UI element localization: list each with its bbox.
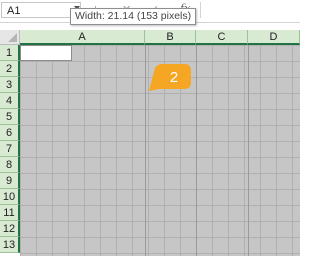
row-header-2[interactable]: 2 [0,61,20,77]
active-cell-a1[interactable] [20,45,72,61]
row-header-13[interactable]: 13 [0,237,20,253]
select-all-button[interactable] [0,30,20,45]
name-box[interactable]: A1 [1,2,81,18]
step-number-label: 2 [170,69,178,86]
row-header-5[interactable]: 5 [0,109,20,125]
select-all-triangle-icon [8,33,17,42]
column-boundary-a [145,45,146,256]
row-header-6[interactable]: 6 [0,125,20,141]
column-header-c[interactable]: C [196,30,248,45]
column-boundary-c [248,45,249,256]
row-header-10[interactable]: 10 [0,189,20,205]
row-header-4[interactable]: 4 [0,93,20,109]
row-header-1[interactable]: 1 [0,45,20,61]
row-header-8[interactable]: 8 [0,157,20,173]
row-header-12[interactable]: 12 [0,221,20,237]
column-header-d[interactable]: D [248,30,300,45]
row-header-11[interactable]: 11 [0,205,20,221]
column-boundary-b [196,45,197,256]
step-callout-badge: 2 [149,64,191,91]
formula-input[interactable] [200,2,299,18]
row-header-3[interactable]: 3 [0,77,20,93]
column-width-tooltip: Width: 21.14 (153 pixels) [70,8,197,25]
column-header-b[interactable]: B [145,30,196,45]
column-header-a[interactable]: A [20,30,145,45]
row-header-9[interactable]: 9 [0,173,20,189]
row-header-7[interactable]: 7 [0,141,20,157]
